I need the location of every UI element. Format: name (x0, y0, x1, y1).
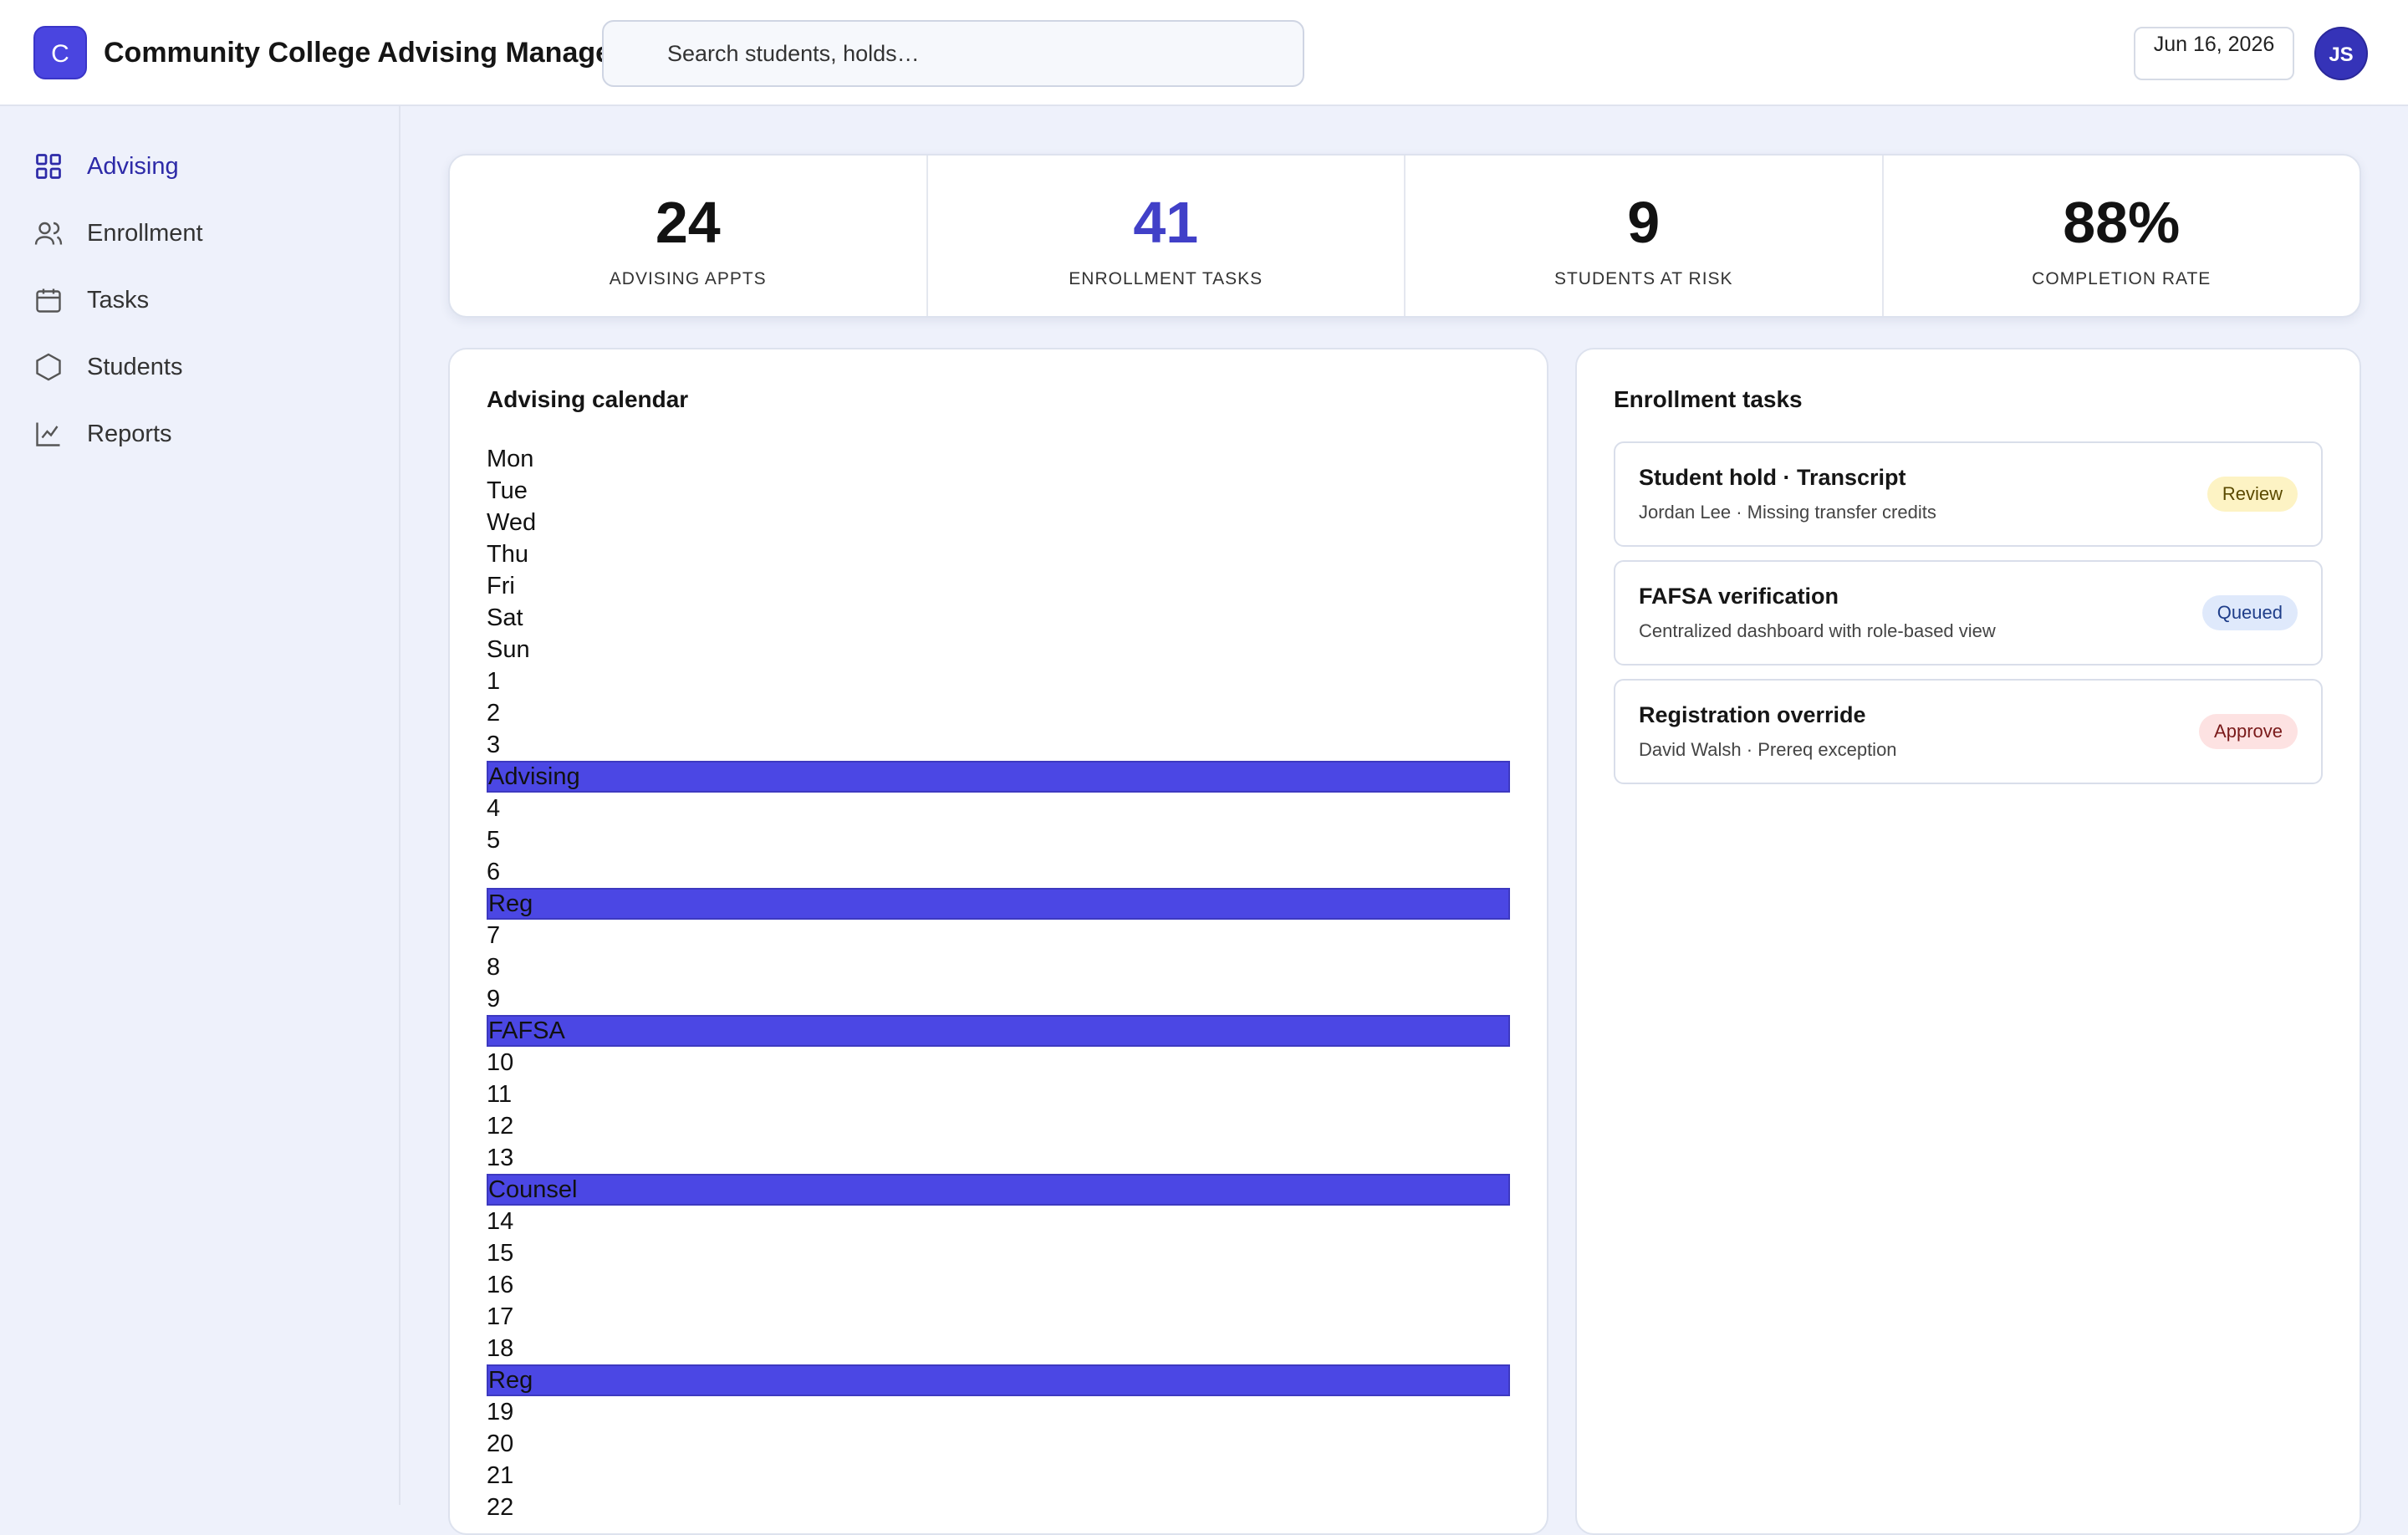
task-subtitle: Jordan Lee · Missing transfer credits (1639, 502, 1936, 523)
app-logo[interactable]: C (33, 26, 87, 79)
calendar-event[interactable]: FAFSA (487, 1015, 1510, 1047)
card-title: Enrollment tasks (1614, 386, 1803, 412)
chart-icon (36, 422, 60, 446)
calendar-cell: 4 (487, 795, 501, 822)
calendar-cell: 14 (487, 1208, 514, 1235)
advising-calendar-card: Advising calendar Mon Tue Wed Thu Fri Sat Sun 1… (448, 348, 1548, 1535)
calendar-cell: Sat (487, 604, 523, 631)
calendar-cell: 5 (487, 827, 501, 854)
calendar-cell: 10 (487, 1049, 514, 1076)
stat-value: 41 (1133, 190, 1199, 255)
calendar-event[interactable]: Advising (487, 761, 1510, 793)
stat-students-at-risk: 9 STUDENTS AT RISK (1406, 156, 1884, 316)
calendar-cell: 9 (487, 986, 501, 1012)
sidebar-item-label: Enrollment (87, 219, 203, 247)
task-subtitle: David Walsh · Prereq exception (1639, 739, 1897, 760)
calendar-cell: 6 (487, 859, 501, 885)
calendar-event[interactable]: Reg (487, 888, 1510, 920)
task-title: FAFSA verification (1639, 584, 1839, 609)
calendar-event[interactable]: Counsel (487, 1174, 1510, 1206)
task-title: Registration override (1639, 702, 1866, 727)
calendar-cell: Tue (487, 477, 528, 504)
calendar-cell: 21 (487, 1462, 514, 1489)
top-bar: C Community College Advising Manager Jun… (0, 0, 2408, 106)
stat-value: 24 (655, 190, 721, 255)
users-icon (34, 222, 63, 245)
calendar-cell: Sun (487, 636, 530, 663)
calendar-cell: 18 (487, 1335, 514, 1362)
calendar-cell: 16 (487, 1272, 514, 1298)
task-subtitle: Centralized dashboard with role-based vi… (1639, 620, 1996, 641)
task-title: Student hold · Transcript (1639, 465, 1906, 490)
task-item[interactable]: FAFSA verification Centralized dashboard… (1614, 560, 2323, 666)
calendar-cell: 22 (487, 1494, 514, 1521)
sidebar-item-label: Reports (87, 420, 172, 447)
sidebar-item-label: Advising (87, 152, 179, 180)
stat-value: 9 (1627, 190, 1661, 255)
stats-card: 24 ADVISING APPTS 41 ENROLLMENT TASKS 9 … (448, 154, 2361, 318)
search-input[interactable] (604, 22, 1303, 85)
status-badge[interactable]: Approve (2199, 714, 2298, 749)
sidebar-item-tasks[interactable]: Tasks (33, 275, 368, 325)
stat-label: STUDENTS AT RISK (1553, 269, 1733, 288)
task-item[interactable]: Student hold · Transcript Jordan Lee · M… (1614, 441, 2323, 547)
task-item[interactable]: Registration override David Walsh · Prer… (1614, 679, 2323, 784)
stat-advising-appts: 24 ADVISING APPTS (450, 156, 928, 316)
calendar-cell: 7 (487, 922, 501, 949)
sidebar-item-reports[interactable]: Reports (33, 409, 368, 459)
enrollment-tasks-card: Enrollment tasks Student hold · Transcri… (1575, 348, 2361, 1535)
date-display[interactable]: Jun 16, 2026 (2134, 27, 2294, 80)
calendar-icon (36, 288, 61, 313)
stat-label: ENROLLMENT TASKS (1069, 269, 1263, 288)
app-title: Community College Advising Manager (104, 37, 623, 69)
calendar-cell: 11 (487, 1081, 513, 1108)
search-box[interactable] (602, 20, 1304, 87)
sidebar-item-advising[interactable]: Advising (33, 141, 368, 191)
calendar-cell: Mon (487, 446, 534, 472)
sidebar-item-label: Students (87, 353, 183, 380)
stat-enrollment-tasks: 41 ENROLLMENT TASKS (928, 156, 1406, 316)
sidebar-item-students[interactable]: Students (33, 342, 368, 392)
grid-icon (36, 154, 61, 179)
calendar-cell: Thu (487, 541, 528, 568)
calendar-event[interactable]: Reg (487, 1364, 1510, 1396)
user-avatar[interactable]: JS (2314, 27, 2368, 80)
sidebar: Advising Enrollment Tasks Students Repor… (0, 106, 400, 1505)
calendar-cell: 13 (487, 1145, 514, 1171)
status-badge[interactable]: Review (2206, 477, 2298, 512)
calendar-cell: 1 (487, 668, 501, 695)
calendar-cell: 2 (487, 700, 501, 727)
sidebar-item-label: Tasks (87, 286, 150, 314)
calendar-cell: 3 (487, 732, 501, 758)
stat-value: 88% (2063, 190, 2181, 255)
calendar-list: Mon Tue Wed Thu Fri Sat Sun 1 2 3 Advising 4 5 6 Reg 7 8… (487, 443, 1510, 1523)
stat-completion-rate: 88% COMPLETION RATE (1884, 156, 2360, 316)
status-badge[interactable]: Queued (2201, 595, 2298, 630)
calendar-cell: Wed (487, 509, 537, 536)
calendar-cell: Fri (487, 573, 515, 599)
sidebar-item-enrollment[interactable]: Enrollment (33, 208, 368, 258)
card-title: Advising calendar (487, 386, 689, 412)
hexagon-icon (36, 353, 61, 381)
calendar-cell: 20 (487, 1430, 514, 1457)
calendar-cell: 19 (487, 1399, 514, 1425)
stat-label: COMPLETION RATE (2032, 269, 2212, 288)
calendar-cell: 12 (487, 1113, 514, 1140)
calendar-cell: 8 (487, 954, 501, 981)
stat-label: ADVISING APPTS (609, 269, 767, 288)
calendar-cell: 15 (487, 1240, 514, 1267)
calendar-cell: 17 (487, 1303, 514, 1330)
